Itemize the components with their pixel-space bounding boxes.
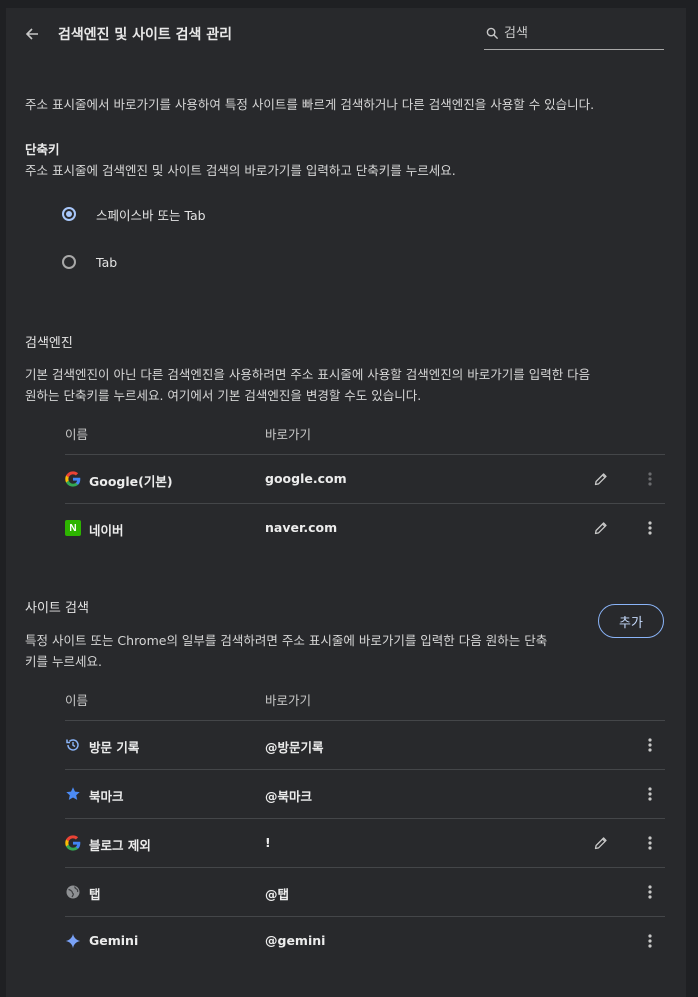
more-button[interactable] [640,833,660,853]
search-icon [486,27,499,40]
more-vert-icon [648,836,652,850]
site-shortcut: @gemini [265,933,326,948]
history-icon [65,737,81,753]
more-button[interactable] [640,931,660,951]
table-row: 방문 기록 @방문기록 [65,720,665,769]
table-row: 블로그 제외 ! [65,818,665,867]
settings-panel: 검색엔진 및 사이트 검색 관리 주소 표시줄에서 바로가기를 사용하여 특정 … [6,8,686,997]
more-button[interactable] [640,882,660,902]
globe-icon [65,884,81,900]
table-row: Gemini @gemini [65,916,665,965]
more-vert-icon [648,787,652,801]
edit-button[interactable] [591,469,611,489]
table-header: 이름 바로가기 [65,680,665,720]
table-row: N 네이버 naver.com [65,503,665,552]
column-name: 이름 [65,427,89,442]
more-vert-icon [648,885,652,899]
edit-button[interactable] [591,518,611,538]
star-icon [65,786,81,802]
radio-button-selected[interactable] [62,207,76,221]
site-shortcut: @북마크 [265,789,313,804]
pencil-icon [594,837,607,850]
site-shortcut: ! [265,835,271,850]
radio-label: 스페이스바 또는 Tab [96,207,206,223]
table-row: 북마크 @북마크 [65,769,665,818]
site-name: 탭 [89,887,101,902]
back-button[interactable] [20,22,44,46]
site-name: Gemini [89,933,139,948]
naver-logo-letter: N [65,520,81,536]
engine-name: 네이버 [89,523,124,538]
more-vert-icon [648,472,652,486]
search-input[interactable] [504,23,659,43]
site-shortcut: @방문기록 [265,740,324,755]
engines-description-line2: 원하는 단축키를 누르세요. 여기에서 기본 검색엔진을 변경할 수도 있습니다… [25,388,422,403]
sites-description-line1: 특정 사이트 또는 Chrome의 일부를 검색하려면 주소 표시줄에 바로가기… [25,633,548,648]
site-name: 방문 기록 [89,740,140,755]
column-shortcut: 바로가기 [265,693,312,708]
arrow-left-icon [25,28,38,40]
google-icon [65,835,81,851]
sites-description-line2: 키를 누르세요. [25,654,102,669]
naver-icon: N [65,520,81,536]
shortcut-heading: 단축키 [25,142,60,157]
table-row: 탭 @탭 [65,867,665,916]
intro-text: 주소 표시줄에서 바로가기를 사용하여 특정 사이트를 빠르게 검색하거나 다른… [25,97,595,112]
site-name: 북마크 [89,789,124,804]
column-name: 이름 [65,693,89,708]
more-vert-icon [648,521,652,535]
site-shortcut: @탭 [265,887,290,902]
column-shortcut: 바로가기 [265,427,312,442]
more-vert-icon [648,738,652,752]
radio-button[interactable] [62,255,76,269]
site-search-table: 이름 바로가기 방문 기록 @방문기록 북마크 @북마크 블로그 제외 ! 탭 … [65,680,665,965]
radio-space-or-tab[interactable]: 스페이스바 또는 Tab [62,203,206,225]
edit-button[interactable] [591,833,611,853]
more-button[interactable] [640,735,660,755]
search-field[interactable] [484,23,664,50]
engine-shortcut: naver.com [265,520,338,535]
engines-heading: 검색엔진 [25,336,73,351]
engines-description-line1: 기본 검색엔진이 아닌 다른 검색엔진을 사용하려면 주소 표시줄에 사용할 검… [25,367,591,382]
gemini-icon [65,933,81,949]
pencil-icon [594,473,607,486]
shortcut-description: 주소 표시줄에 검색엔진 및 사이트 검색의 바로가기를 입력하고 단축키를 누… [25,163,456,178]
sites-heading: 사이트 검색 [25,601,89,616]
engine-name: Google(기본) [89,474,173,489]
page-title: 검색엔진 및 사이트 검색 관리 [58,27,233,43]
search-engines-table: 이름 바로가기 Google(기본) google.com N 네이버 nave… [65,414,665,552]
more-vert-icon [648,934,652,948]
page-header: 검색엔진 및 사이트 검색 관리 [6,8,686,58]
add-site-search-button[interactable]: 추가 [598,604,664,638]
pencil-icon [594,522,607,535]
engine-shortcut: google.com [265,471,347,486]
more-button[interactable] [640,469,660,489]
site-name: 블로그 제외 [89,838,151,853]
google-icon [65,471,81,487]
more-button[interactable] [640,518,660,538]
more-button[interactable] [640,784,660,804]
table-header: 이름 바로가기 [65,414,665,454]
radio-tab[interactable]: Tab [62,251,117,273]
table-row: Google(기본) google.com [65,454,665,503]
radio-label: Tab [96,254,118,270]
